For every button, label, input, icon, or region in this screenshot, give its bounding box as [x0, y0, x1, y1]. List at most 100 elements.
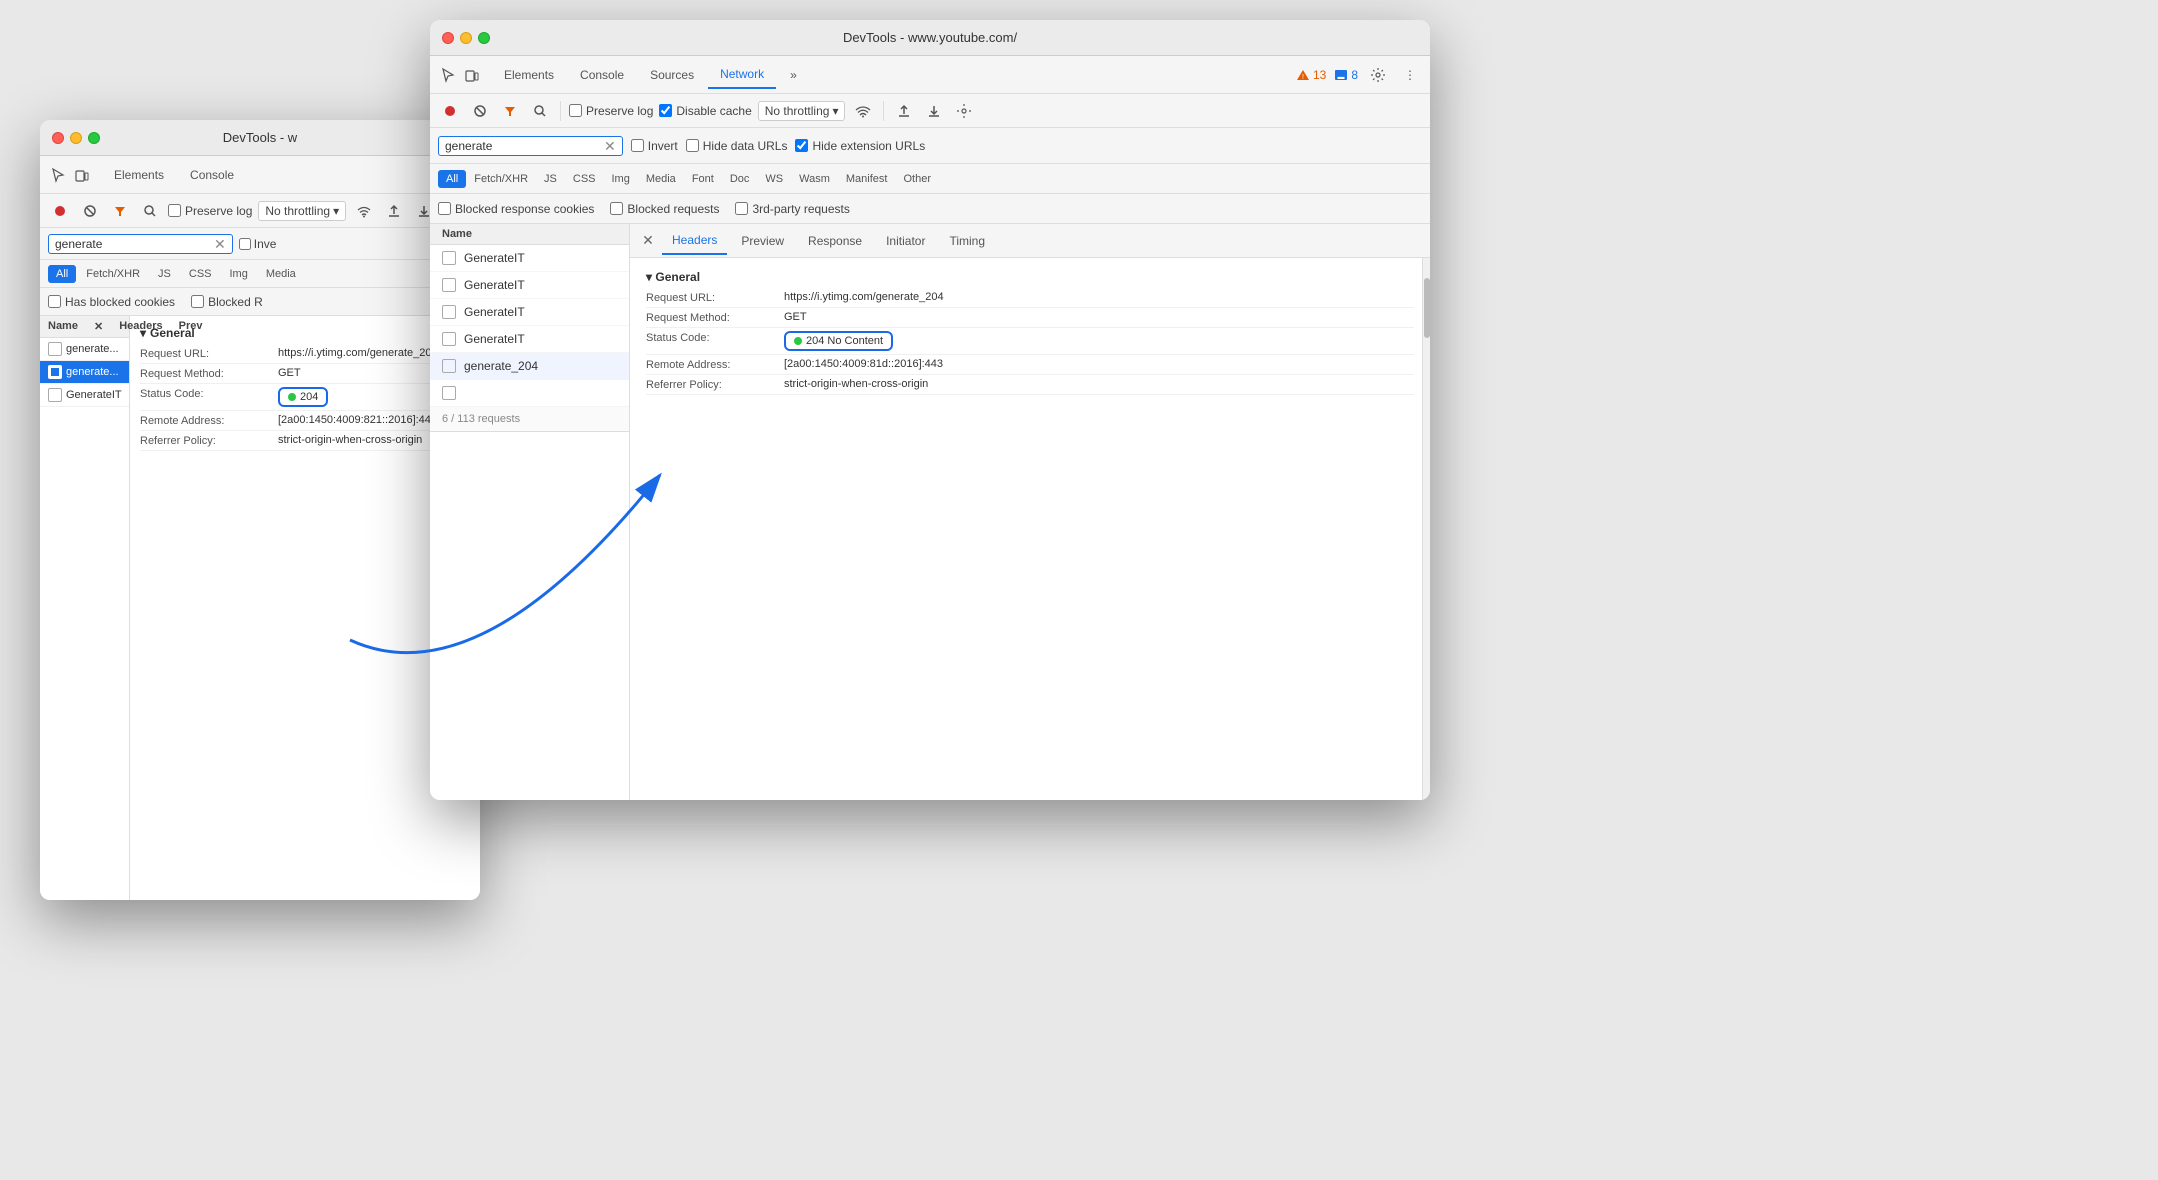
front-preserve-log-checkbox[interactable] [569, 104, 582, 117]
back-search-clear[interactable]: ✕ [214, 237, 226, 251]
front-autocomplete-item-1[interactable]: GenerateIT [430, 245, 630, 272]
front-general-header[interactable]: ▾ General [646, 266, 1414, 288]
back-blocked-requests-checkbox[interactable] [191, 295, 204, 308]
back-invert-label[interactable]: Inve [239, 237, 277, 251]
front-preserve-log-label[interactable]: Preserve log [569, 104, 653, 118]
front-gear-icon[interactable] [952, 99, 976, 123]
back-blocked-cookies-checkbox[interactable] [48, 295, 61, 308]
front-blocked-requests-checkbox[interactable] [610, 202, 623, 215]
front-search-clear[interactable]: ✕ [604, 139, 616, 153]
front-hide-ext-checkbox[interactable] [795, 139, 808, 152]
back-filter-button[interactable] [108, 199, 132, 223]
back-close-button[interactable] [52, 132, 64, 144]
front-tab-network[interactable]: Network [708, 61, 776, 89]
front-filter-fetch[interactable]: Fetch/XHR [466, 170, 536, 188]
back-col-x[interactable]: ✕ [94, 320, 103, 333]
front-tab-console[interactable]: Console [568, 62, 636, 88]
front-maximize-button[interactable] [478, 32, 490, 44]
front-third-party-checkbox[interactable] [735, 202, 748, 215]
front-tab-response[interactable]: Response [798, 228, 872, 254]
front-autocomplete-item-2[interactable]: GenerateIT [430, 272, 630, 299]
front-search-input[interactable] [445, 139, 600, 153]
front-tab-sources[interactable]: Sources [638, 62, 706, 88]
front-download-icon[interactable] [922, 99, 946, 123]
front-tab-headers[interactable]: Headers [662, 227, 727, 255]
front-filter-manifest[interactable]: Manifest [838, 170, 896, 188]
front-autocomplete-item-6[interactable] [430, 380, 630, 407]
front-disable-cache-label[interactable]: Disable cache [659, 104, 751, 118]
front-tab-initiator[interactable]: Initiator [876, 228, 935, 254]
front-autocomplete-item-4[interactable]: GenerateIT [430, 326, 630, 353]
back-preserve-log-label[interactable]: Preserve log [168, 204, 252, 218]
back-tab-elements[interactable]: Elements [102, 162, 176, 188]
front-filter-wasm[interactable]: Wasm [791, 170, 838, 188]
front-search-button[interactable] [528, 99, 552, 123]
front-cursor-icon[interactable] [438, 65, 458, 85]
front-invert-checkbox[interactable] [631, 139, 644, 152]
front-filter-media[interactable]: Media [638, 170, 684, 188]
front-minimize-button[interactable] [460, 32, 472, 44]
back-request-item-2[interactable]: generate... [40, 361, 129, 384]
front-filter-other[interactable]: Other [895, 170, 939, 188]
back-cursor-icon[interactable] [48, 165, 68, 185]
back-tab-console[interactable]: Console [178, 162, 246, 188]
front-filter-doc[interactable]: Doc [722, 170, 758, 188]
front-invert-label[interactable]: Invert [631, 139, 678, 153]
front-hide-data-label[interactable]: Hide data URLs [686, 139, 788, 153]
front-throttle-select[interactable]: No throttling ▾ [758, 101, 846, 121]
front-tab-elements[interactable]: Elements [492, 62, 566, 88]
back-general-header[interactable]: ▾ General [140, 322, 470, 344]
front-blocked-response-checkbox[interactable] [438, 202, 451, 215]
back-request-item-1[interactable]: generate... [40, 338, 129, 361]
front-wifi-icon[interactable] [851, 99, 875, 123]
back-filter-all[interactable]: All [48, 265, 76, 283]
back-invert-checkbox[interactable] [239, 238, 251, 250]
back-filter-css[interactable]: CSS [181, 265, 220, 283]
back-filter-js[interactable]: JS [150, 265, 179, 283]
front-filter-ws[interactable]: WS [757, 170, 791, 188]
back-throttle-select[interactable]: No throttling ▾ [258, 201, 346, 221]
front-filter-img[interactable]: Img [604, 170, 638, 188]
back-minimize-button[interactable] [70, 132, 82, 144]
front-blocked-response-label[interactable]: Blocked response cookies [438, 202, 594, 216]
front-disable-cache-checkbox[interactable] [659, 104, 672, 117]
back-wifi-icon[interactable] [352, 199, 376, 223]
back-filter-fetch[interactable]: Fetch/XHR [78, 265, 148, 283]
front-filter-font[interactable]: Font [684, 170, 722, 188]
back-preserve-log-checkbox[interactable] [168, 204, 181, 217]
back-search-button[interactable] [138, 199, 162, 223]
front-filter-js[interactable]: JS [536, 170, 565, 188]
front-detail-close[interactable]: ✕ [638, 231, 658, 251]
front-tab-more[interactable]: » [778, 62, 809, 88]
front-hide-ext-label[interactable]: Hide extension URLs [795, 139, 925, 153]
front-hide-data-checkbox[interactable] [686, 139, 699, 152]
back-search-box[interactable]: ✕ [48, 234, 233, 254]
front-third-party-label[interactable]: 3rd-party requests [735, 202, 849, 216]
back-blocked-requests-label[interactable]: Blocked R [191, 295, 263, 309]
back-blocked-cookies-label[interactable]: Has blocked cookies [48, 295, 175, 309]
front-scroll-thumb[interactable] [1424, 278, 1430, 338]
front-device-icon[interactable] [462, 65, 482, 85]
front-close-button[interactable] [442, 32, 454, 44]
front-clear-button[interactable] [468, 99, 492, 123]
back-request-item-3[interactable]: GenerateIT [40, 384, 129, 407]
front-search-box[interactable]: ✕ [438, 136, 623, 156]
front-more-icon[interactable]: ⋮ [1398, 63, 1422, 87]
front-filter-button[interactable] [498, 99, 522, 123]
front-autocomplete-item-3[interactable]: GenerateIT [430, 299, 630, 326]
front-tab-timing[interactable]: Timing [939, 228, 995, 254]
front-blocked-requests-label[interactable]: Blocked requests [610, 202, 719, 216]
front-scrollbar[interactable] [1422, 258, 1430, 800]
front-tab-preview[interactable]: Preview [731, 228, 794, 254]
back-device-icon[interactable] [72, 165, 92, 185]
front-filter-css[interactable]: CSS [565, 170, 604, 188]
back-maximize-button[interactable] [88, 132, 100, 144]
front-autocomplete-item-5[interactable]: generate_204 [430, 353, 630, 380]
front-settings-icon[interactable] [1366, 63, 1390, 87]
back-filter-media[interactable]: Media [258, 265, 304, 283]
front-record-button[interactable] [438, 99, 462, 123]
back-upload-icon[interactable] [382, 199, 406, 223]
back-record-button[interactable] [48, 199, 72, 223]
front-upload-icon[interactable] [892, 99, 916, 123]
back-search-input[interactable] [55, 237, 210, 251]
